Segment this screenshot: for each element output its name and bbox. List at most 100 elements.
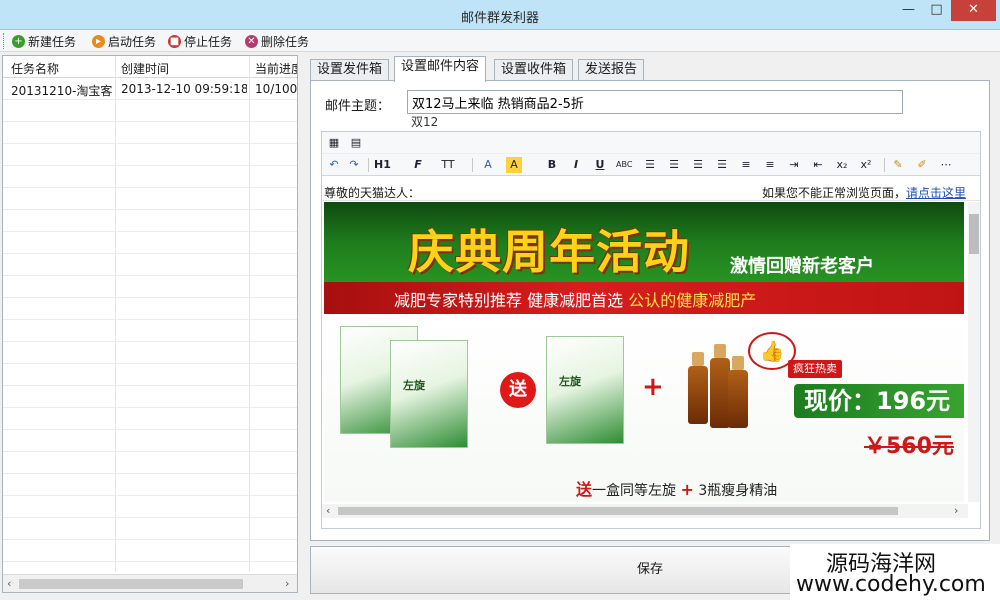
font-color-button[interactable]: A xyxy=(480,157,496,173)
scroll-left-icon[interactable]: ‹ xyxy=(7,577,11,590)
delete-circle-icon: ✕ xyxy=(245,34,258,48)
insert-table-icon[interactable]: ▤ xyxy=(348,135,364,151)
align-left-icon[interactable]: ☰ xyxy=(642,157,658,173)
scrollbar-thumb[interactable] xyxy=(19,579,243,589)
format-brush-icon[interactable]: ✎ xyxy=(890,157,906,173)
heading-dropdown[interactable]: H1 xyxy=(374,157,391,173)
new-task-label: 新建任务 xyxy=(28,34,77,49)
font-family-dropdown[interactable]: F xyxy=(410,157,426,173)
insert-image-icon[interactable]: ▦ xyxy=(326,135,342,151)
table-row-empty xyxy=(3,496,297,518)
italic-button[interactable]: I xyxy=(568,157,584,173)
table-row-empty xyxy=(3,540,297,562)
column-header-created[interactable]: 创建时间 xyxy=(121,60,245,77)
banner-title: 庆典周年活动 xyxy=(408,225,690,279)
subscript-button[interactable]: x₂ xyxy=(834,157,850,173)
align-center-icon[interactable]: ☰ xyxy=(666,157,682,173)
tab-send-report[interactable]: 发送报告 xyxy=(578,59,645,81)
essential-oil-bottle-image xyxy=(728,370,748,428)
table-row-empty xyxy=(3,452,297,474)
indent-icon[interactable]: ⇥ xyxy=(786,157,802,173)
underline-button[interactable]: U xyxy=(592,157,608,173)
editor-horizontal-scrollbar[interactable]: ‹ › xyxy=(322,504,968,518)
clear-format-icon[interactable]: ✐ xyxy=(914,157,930,173)
mail-content-panel: 邮件主题： 双12 ▦ ▤ ↶ ↷ H1 F TT A A B I U ABC … xyxy=(310,80,990,541)
plus-circle-icon: + xyxy=(12,34,25,48)
toolbar-grip[interactable] xyxy=(3,33,6,49)
main-toolbar: + 新建任务 ▸ 启动任务 ■ 停止任务 ✕ 删除任务 xyxy=(0,30,1000,52)
close-button[interactable]: ✕ xyxy=(951,0,996,21)
task-created-cell: 2013-12-10 09:59:18 xyxy=(121,82,247,96)
new-task-button[interactable]: + 新建任务 xyxy=(12,32,76,50)
view-online-link[interactable]: 请点击这里 xyxy=(906,186,966,200)
scroll-right-icon[interactable]: › xyxy=(954,504,958,517)
redo-icon[interactable]: ↷ xyxy=(346,157,362,173)
table-row-empty xyxy=(3,518,297,540)
undo-icon[interactable]: ↶ xyxy=(326,157,342,173)
table-row-empty xyxy=(3,342,297,364)
product-box-image: 左旋 xyxy=(546,336,624,444)
scrollbar-thumb[interactable] xyxy=(338,507,898,515)
maximize-button[interactable]: □ xyxy=(923,0,950,21)
tab-sender-box[interactable]: 设置发件箱 xyxy=(310,59,390,81)
start-task-button[interactable]: ▸ 启动任务 xyxy=(92,32,156,50)
current-price: 现价：196元 xyxy=(794,384,964,418)
delete-task-button[interactable]: ✕ 删除任务 xyxy=(245,32,309,50)
play-circle-icon: ▸ xyxy=(92,34,105,48)
outdent-icon[interactable]: ⇤ xyxy=(810,157,826,173)
table-row-empty xyxy=(3,210,297,232)
stop-task-button[interactable]: ■ 停止任务 xyxy=(168,32,232,50)
scrollbar-thumb[interactable] xyxy=(969,214,979,254)
superscript-button[interactable]: x² xyxy=(858,157,874,173)
align-justify-icon[interactable]: ☰ xyxy=(714,157,730,173)
stop-circle-icon: ■ xyxy=(168,34,181,48)
product-label: 左旋 xyxy=(403,379,425,392)
banner-ribbon-text: 减肥专家特别推荐 健康减肥首选 公认的健康减肥产 xyxy=(394,287,756,311)
ordered-list-icon[interactable]: ≡ xyxy=(738,157,754,173)
table-row-empty xyxy=(3,144,297,166)
stop-task-label: 停止任务 xyxy=(184,34,233,49)
tab-recipient-box[interactable]: 设置收件箱 xyxy=(494,59,574,81)
banner-subtitle: 激情回赠新老客户 xyxy=(730,256,874,277)
bottle-cap xyxy=(692,352,704,366)
subject-autocomplete-hint: 双12 xyxy=(411,115,439,129)
original-price: ￥560元 xyxy=(864,434,954,459)
font-size-dropdown[interactable]: TT xyxy=(440,157,456,173)
table-row-empty xyxy=(3,232,297,254)
table-row-empty xyxy=(3,320,297,342)
gift-description: 送一盒同等左旋 + 3瓶瘦身精油 xyxy=(576,476,777,500)
task-progress-cell: 10/1000 xyxy=(255,82,297,96)
table-row-empty xyxy=(3,276,297,298)
window-title: 邮件群发利器 xyxy=(460,11,539,26)
table-row-empty xyxy=(3,100,297,122)
product-box-image: 左旋 xyxy=(390,340,468,448)
ribbon-slogan-2: 健康减肥首选 xyxy=(527,291,624,310)
gift-item-1: 一盒同等左旋 xyxy=(592,483,677,499)
column-header-progress[interactable]: 当前进度 xyxy=(255,60,297,77)
minimize-button[interactable]: — xyxy=(895,0,922,21)
scroll-left-icon[interactable]: ‹ xyxy=(326,504,330,517)
subject-input[interactable] xyxy=(407,90,903,114)
align-right-icon[interactable]: ☰ xyxy=(690,157,706,173)
column-header-name[interactable]: 任务名称 xyxy=(11,60,111,77)
tab-mail-content[interactable]: 设置邮件内容 xyxy=(394,56,487,82)
task-list-header: 任务名称 创建时间 当前进度 xyxy=(3,56,297,78)
mail-body[interactable]: 尊敬的天猫达人： 如果您不能正常浏览页面，请点击这里 庆典周年活动 激情回赠新老… xyxy=(322,178,980,528)
bold-button[interactable]: B xyxy=(544,157,560,173)
ribbon-slogan-1: 减肥专家特别推荐 xyxy=(394,291,523,310)
toolbar-separator xyxy=(472,158,473,172)
bottle-cap xyxy=(714,344,726,358)
table-row-empty xyxy=(3,386,297,408)
task-list-horizontal-scrollbar[interactable]: ‹ › xyxy=(3,574,297,592)
background-color-button[interactable]: A xyxy=(506,157,522,173)
more-options-icon[interactable]: ⋯ xyxy=(938,157,954,173)
unordered-list-icon[interactable]: ≡ xyxy=(762,157,778,173)
table-row[interactable]: 20131210-淘宝客 2013-12-10 09:59:18 10/1000 xyxy=(3,78,297,100)
table-row-empty xyxy=(3,166,297,188)
scroll-right-icon[interactable]: › xyxy=(285,577,289,590)
editor-vertical-scrollbar[interactable] xyxy=(968,202,980,502)
divider xyxy=(322,200,980,201)
strikethrough-button[interactable]: ABC xyxy=(616,157,632,173)
watermark-url: www.codehy.com xyxy=(796,572,986,597)
bottle-cap xyxy=(732,356,744,370)
